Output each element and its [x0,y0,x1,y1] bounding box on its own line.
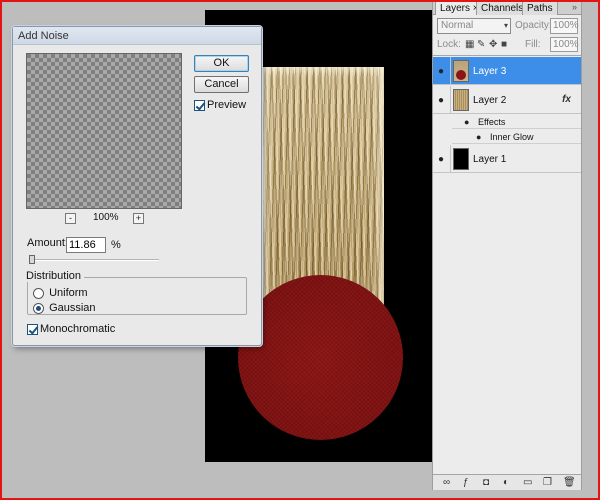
noise-preview-box[interactable] [26,53,182,209]
fill-input[interactable]: 100% [550,37,579,52]
amount-label: Amount: [27,237,68,249]
eye-icon[interactable]: ● [438,95,448,106]
distribution-label: Distribution [23,270,85,282]
new-layer-icon[interactable]: ❐ [543,477,552,488]
tab-channels[interactable]: Channels [476,1,529,15]
eye-icon[interactable]: ● [476,132,486,142]
layer-name: Layer 2 [473,95,507,106]
eye-icon[interactable]: ● [438,154,448,165]
chevron-down-icon: ▾ [503,21,508,30]
blend-mode-value: Normal [441,20,474,31]
blend-mode-select[interactable]: Normal ▾ [437,18,511,34]
effects-row[interactable]: ● Effects [452,115,581,129]
panel-menu-icon[interactable]: » [572,2,577,12]
layers-list: ● Layer 3 ● Layer 2 fx ● Effects ● Inner… [433,55,581,475]
layer-row-layer-2[interactable]: ● Layer 2 fx [433,86,581,114]
uniform-radio-row[interactable]: Uniform [33,287,88,299]
layer-name: Layer 3 [473,66,507,77]
panel-tabs: Layers × Channels Paths » [433,0,581,15]
zoom-in-button[interactable]: + [133,213,144,224]
cancel-button[interactable]: Cancel [194,76,249,93]
preview-checkbox-row[interactable]: Preview [194,99,246,111]
fill-label: Fill: [525,39,541,50]
preview-label: Preview [207,99,247,112]
add-style-icon[interactable]: ƒ [463,477,469,488]
adjustment-layer-icon[interactable]: ◐ [503,477,509,488]
layer-name: Layer 1 [473,154,507,165]
layers-panel: Layers × Channels Paths » Normal ▾ Opaci… [432,0,582,490]
eye-icon[interactable]: ● [464,117,474,127]
monochromatic-label: Monochromatic [40,323,116,336]
eye-icon[interactable]: ● [438,66,448,77]
blend-row: Normal ▾ Opacity: 100% [437,18,579,34]
gaussian-radio[interactable] [33,302,44,314]
gaussian-label: Gaussian [49,302,96,315]
inner-glow-row[interactable]: ● Inner Glow [452,130,581,144]
add-mask-icon[interactable]: ◘ [483,477,489,488]
effects-label: Effects [478,117,506,127]
layer-thumbnail [453,60,469,82]
preview-checkbox[interactable] [194,99,205,111]
inner-glow-label: Inner Glow [490,132,534,142]
zoom-level: 100% [93,212,119,223]
amount-unit: % [111,239,121,251]
ok-button[interactable]: OK [194,55,249,72]
lock-row: Lock: ▦ ✎ ✥ ■ Fill: 100% [437,37,579,52]
red-circle-shape [238,275,403,440]
visibility-column: ● [433,145,451,172]
layers-footer-toolbar: ∞ ƒ ◘ ◐ ▭ ❐ 🗑 [433,474,581,490]
lock-label: Lock: [437,39,461,50]
lock-all-icon[interactable]: ■ [501,39,507,50]
uniform-radio[interactable] [33,287,44,299]
layer-row-layer-1[interactable]: ● Layer 1 [433,145,581,173]
uniform-label: Uniform [49,287,88,300]
layer-thumbnail [453,148,469,170]
dialog-title[interactable]: Add Noise [13,27,261,45]
amount-row: Amount: % [27,237,247,255]
zoom-controls: - 100% + [65,212,145,225]
amount-slider-track[interactable] [29,259,159,261]
layer-thumbnail [453,89,469,111]
visibility-column: ● [433,86,451,113]
add-noise-dialog: Add Noise - 100% + OK Cancel Preview Amo… [12,26,262,346]
gaussian-radio-row[interactable]: Gaussian [33,302,96,314]
fx-icon[interactable]: fx [562,94,571,105]
opacity-label: Opacity: [515,20,552,31]
lock-move-icon[interactable]: ✥ [489,39,497,50]
monochromatic-checkbox-row[interactable]: Monochromatic [27,323,115,335]
new-group-icon[interactable]: ▭ [523,477,532,488]
delete-layer-icon[interactable]: 🗑 [563,477,576,488]
lock-brush-icon[interactable]: ✎ [477,39,485,50]
opacity-input[interactable]: 100% [550,18,579,34]
tab-paths[interactable]: Paths [522,1,558,15]
amount-input[interactable] [66,237,106,253]
link-layers-icon[interactable]: ∞ [443,477,450,488]
lock-transparent-icon[interactable]: ▦ [465,39,474,50]
zoom-out-button[interactable]: - [65,213,76,224]
monochromatic-checkbox[interactable] [27,323,38,335]
amount-slider-thumb[interactable] [29,255,35,264]
layer-row-layer-3[interactable]: ● Layer 3 [433,57,581,85]
visibility-column: ● [433,57,451,84]
